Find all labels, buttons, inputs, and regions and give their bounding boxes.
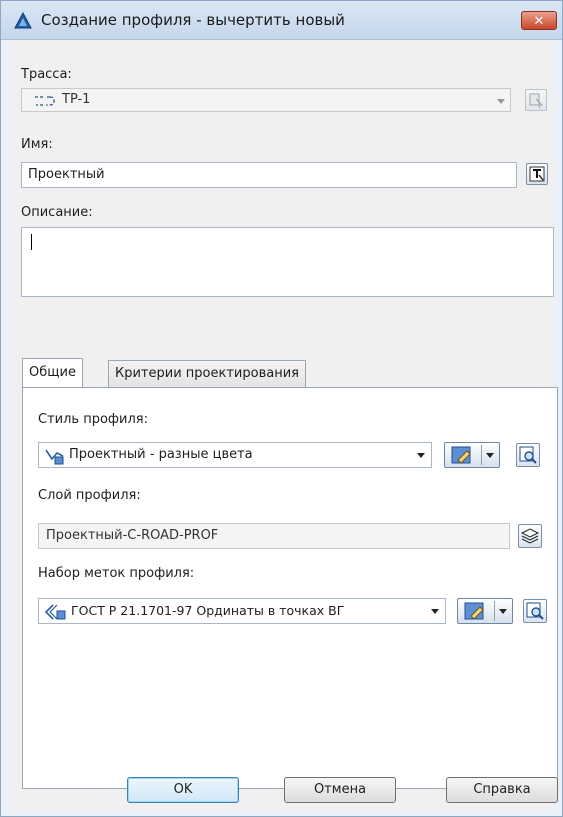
civil3d-app-icon	[14, 12, 32, 29]
text-caret	[31, 234, 32, 250]
profile-layer-button[interactable]	[518, 524, 542, 548]
pick-from-drawing-icon	[529, 93, 544, 109]
split-separator	[494, 601, 495, 621]
close-icon: ✕	[533, 14, 545, 29]
tab-design-criteria[interactable]: Критерии проектирования	[108, 360, 306, 387]
pick-alignment-button[interactable]	[525, 89, 547, 111]
close-button[interactable]: ✕	[521, 11, 557, 30]
name-template-icon	[529, 166, 545, 182]
chevron-down-icon	[497, 99, 505, 104]
profile-style-select[interactable]: Проектный - разные цвета	[38, 442, 432, 468]
chevron-down-icon	[486, 453, 494, 458]
ok-button[interactable]: OK	[127, 777, 239, 803]
window-title: Создание профиля - вычертить новый	[41, 11, 345, 29]
cancel-button[interactable]: Отмена	[284, 777, 396, 803]
profile-style-label: Стиль профиля:	[38, 412, 148, 427]
help-button[interactable]: Справка	[446, 777, 558, 803]
name-input[interactable]: Проектный	[21, 162, 517, 188]
edit-style-icon	[451, 446, 471, 464]
label-set-edit-button[interactable]	[457, 598, 513, 624]
layers-icon	[520, 528, 540, 544]
alignment-label: Трасса:	[21, 67, 72, 82]
profile-style-edit-button[interactable]	[444, 442, 500, 468]
description-textarea[interactable]	[21, 227, 554, 297]
name-label: Имя:	[21, 137, 53, 152]
alignment-select[interactable]: TP-1	[21, 88, 511, 112]
edit-style-icon	[464, 602, 484, 620]
label-set-label: Набор меток профиля:	[38, 566, 195, 581]
chevron-down-icon	[431, 609, 439, 614]
preview-magnifier-icon	[519, 446, 537, 464]
description-label: Описание:	[21, 205, 93, 220]
split-separator	[481, 445, 482, 465]
label-set-select[interactable]: ГОСТ Р 21.1701-97 Ординаты в точках ВГ	[38, 598, 446, 624]
create-profile-dialog: Создание профиля - вычертить новый ✕ Тра…	[0, 0, 563, 817]
profile-style-value: Проектный - разные цвета	[69, 447, 253, 462]
profile-layer-value: Проектный-C-ROAD-PROF	[46, 528, 219, 543]
profile-style-preview-button[interactable]	[516, 443, 540, 467]
name-value: Проектный	[28, 167, 105, 182]
label-set-value: ГОСТ Р 21.1701-97 Ординаты в точках ВГ	[71, 603, 345, 618]
preview-magnifier-icon	[526, 602, 544, 620]
chevron-down-icon	[417, 453, 425, 458]
title-bar[interactable]: Создание профиля - вычертить новый ✕	[1, 1, 562, 40]
tab-general[interactable]: Общие	[22, 358, 83, 387]
alignment-icon	[35, 96, 55, 106]
label-set-preview-button[interactable]	[523, 599, 547, 623]
name-template-button[interactable]	[526, 163, 548, 185]
chevron-down-icon	[499, 609, 507, 614]
general-tab-panel: Стиль профиля: Проектный - разные цвета	[22, 387, 558, 789]
label-set-icon	[45, 604, 66, 620]
profile-style-icon	[45, 449, 64, 465]
dialog-body: Трасса: TP-1 Имя: Проектный Описание: Об…	[10, 40, 558, 810]
alignment-value: TP-1	[62, 92, 91, 107]
profile-layer-field[interactable]: Проектный-C-ROAD-PROF	[38, 523, 510, 549]
profile-layer-label: Слой профиля:	[38, 488, 141, 503]
